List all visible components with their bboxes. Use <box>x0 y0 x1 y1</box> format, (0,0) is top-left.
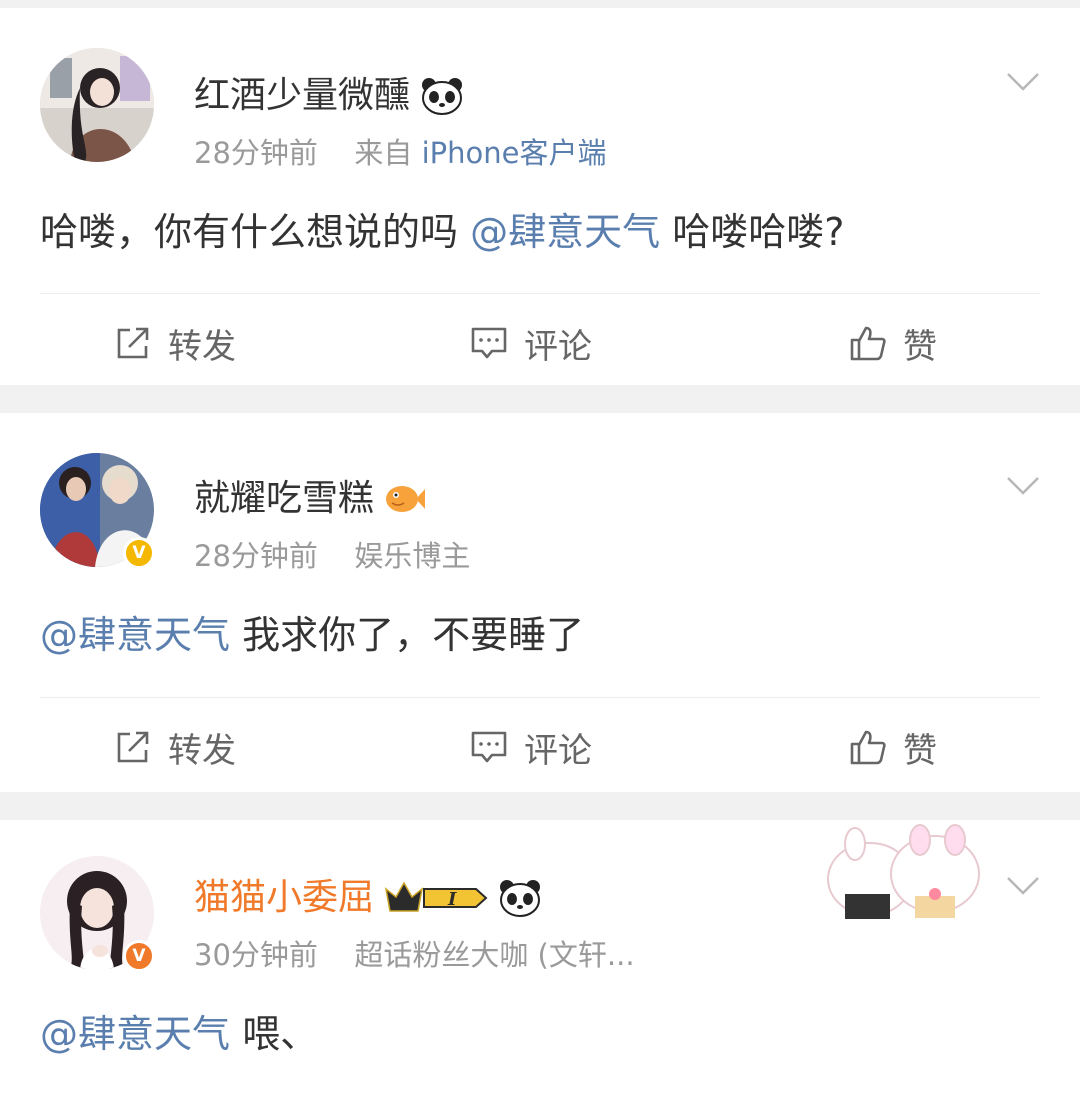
post-meta: 28分钟前 娱乐博主 <box>194 538 470 574</box>
verified-badge-icon: V <box>123 940 155 972</box>
post-time: 28分钟前 <box>194 539 318 573</box>
comment-button[interactable]: 评论 <box>470 295 592 391</box>
username[interactable]: 猫猫小委屈 <box>194 876 374 920</box>
verified-badge-icon: V <box>123 537 155 569</box>
repost-icon <box>117 327 149 359</box>
post-meta: 30分钟前 超话粉丝大咖 (文轩... <box>194 937 635 973</box>
repost-button[interactable]: 转发 <box>114 699 236 795</box>
comment-button[interactable]: 评论 <box>470 699 592 795</box>
like-label: 赞 <box>903 326 937 367</box>
avatar[interactable] <box>40 48 154 162</box>
like-button[interactable]: 赞 <box>849 295 937 391</box>
comment-icon <box>471 731 507 763</box>
user-title: 娱乐博主 <box>354 539 471 573</box>
repost-label: 转发 <box>168 326 236 367</box>
content-text: 我求你了，不要睡了 <box>230 613 585 657</box>
comment-icon <box>471 327 507 359</box>
comment-label: 评论 <box>524 326 592 367</box>
post-card[interactable]: V 就耀吃雪糕 28分钟前 娱乐博主 @肆意天气 我求你了，不要睡了 转发 评论 <box>0 413 1080 792</box>
mention-link[interactable]: @肆意天气 <box>470 210 660 254</box>
chevron-down-icon[interactable] <box>1006 876 1040 896</box>
content-text: 哈喽，你有什么想说的吗 <box>40 210 471 254</box>
mention-link[interactable]: @肆意天气 <box>40 613 230 657</box>
repost-button[interactable]: 转发 <box>114 295 236 391</box>
post-content: @肆意天气 喂、 <box>40 1009 1040 1059</box>
thumbs-up-icon <box>850 730 886 765</box>
avatar[interactable]: V <box>40 856 155 972</box>
post-card[interactable]: 红酒少量微醺 28分钟前 来自 iPhone客户端 哈喽，你有什么想说的吗 @肆… <box>0 8 1080 385</box>
action-bar: 转发 评论 赞 <box>0 699 1080 795</box>
repost-label: 转发 <box>168 730 236 771</box>
like-button[interactable]: 赞 <box>849 699 937 795</box>
crown-level-icon: I <box>384 879 488 917</box>
action-bar: 转发 评论 赞 <box>0 295 1080 391</box>
post-meta: 28分钟前 来自 iPhone客户端 <box>194 135 606 171</box>
chevron-down-icon[interactable] <box>1006 72 1040 92</box>
panda-icon <box>500 880 541 917</box>
source-link[interactable]: iPhone客户端 <box>422 136 607 170</box>
bunny-sticker-icon <box>827 824 980 919</box>
post-content: @肆意天气 我求你了，不要睡了 <box>40 610 1040 660</box>
content-text: 喂、 <box>230 1012 319 1056</box>
repost-icon <box>117 731 149 763</box>
post-time: 30分钟前 <box>194 938 318 972</box>
username-row: 猫猫小委屈 I <box>194 876 542 920</box>
chevron-down-icon[interactable] <box>1006 476 1040 496</box>
divider <box>40 697 1040 698</box>
panda-icon <box>422 78 463 115</box>
post-card[interactable]: V 猫猫小委屈 I 30分钟前 超话粉丝大咖 (文轩... @肆意天气 喂、 <box>0 820 1080 1100</box>
username[interactable]: 就耀吃雪糕 <box>194 477 374 521</box>
post-content: 哈喽，你有什么想说的吗 @肆意天气 哈喽哈喽? <box>40 207 1040 257</box>
mention-link[interactable]: @肆意天气 <box>40 1012 230 1056</box>
level-text: I <box>447 889 457 910</box>
avatar[interactable]: V <box>40 453 155 569</box>
like-label: 赞 <box>903 730 937 771</box>
user-title: 超话粉丝大咖 (文轩... <box>354 938 635 972</box>
username-row: 就耀吃雪糕 <box>194 477 426 521</box>
divider <box>40 293 1040 294</box>
comment-label: 评论 <box>524 730 592 771</box>
content-text: 哈喽哈喽? <box>660 210 845 254</box>
post-time: 28分钟前 <box>194 136 318 170</box>
thumbs-up-icon <box>850 326 886 361</box>
source-prefix: 来自 <box>354 136 413 170</box>
top-gap <box>0 0 1080 8</box>
username[interactable]: 红酒少量微醺 <box>194 74 410 118</box>
username-row: 红酒少量微醺 <box>194 74 464 118</box>
fish-icon <box>386 486 426 512</box>
